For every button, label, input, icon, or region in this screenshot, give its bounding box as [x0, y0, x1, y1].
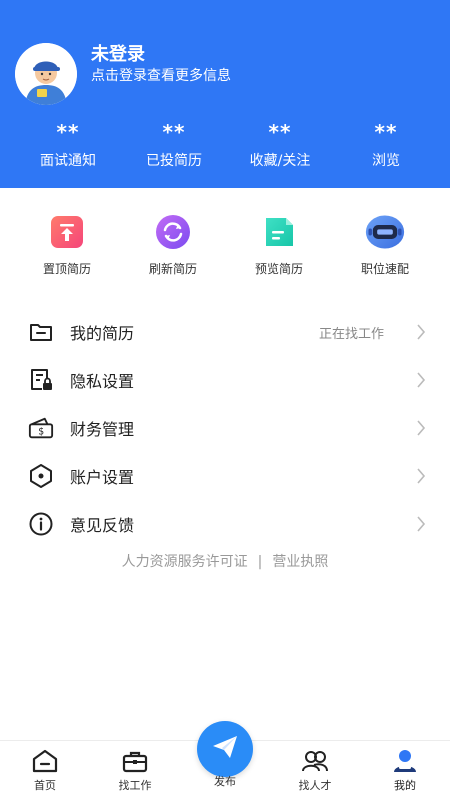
stat-views[interactable]: ** 浏览 [333, 118, 439, 170]
profile-icon [360, 747, 450, 775]
refresh-icon [153, 212, 193, 252]
stat-label: 已投简历 [146, 153, 202, 169]
nav-home[interactable]: 首页 [0, 741, 90, 800]
pin-top-icon [47, 212, 87, 252]
folder-icon [28, 319, 54, 345]
chevron-right-icon [417, 420, 426, 436]
menu-item-finance[interactable]: $ 财务管理 [0, 404, 450, 452]
chevron-right-icon [417, 324, 426, 340]
stats-bar: ** 面试通知 ** 已投简历 ** 收藏/关注 ** 浏览 [0, 118, 450, 170]
stat-submitted-resumes[interactable]: ** 已投简历 [121, 118, 227, 170]
stat-value: ** [374, 120, 398, 144]
nav-label: 首页 [34, 779, 56, 792]
wallet-icon: $ [28, 415, 54, 441]
chevron-right-icon [417, 468, 426, 484]
quick-action-preview-resume[interactable]: 预览简历 [226, 188, 332, 288]
info-icon [28, 511, 54, 537]
menu-item-label: 隐私设置 [70, 372, 135, 391]
stat-value: ** [162, 120, 186, 144]
nav-find-talent[interactable]: 找人才 [270, 741, 360, 800]
stat-value: ** [56, 120, 80, 144]
quick-action-label: 置顶简历 [42, 262, 91, 276]
menu-item-my-resume[interactable]: 我的简历 正在找工作 [0, 308, 450, 356]
people-icon [270, 747, 360, 775]
menu-item-label: 意见反馈 [70, 516, 135, 535]
quick-action-label: 职位速配 [360, 262, 409, 276]
separator: | [257, 554, 263, 570]
stat-value: ** [268, 120, 292, 144]
menu-item-account-settings[interactable]: 账户设置 [0, 452, 450, 500]
nav-label: 找人才 [298, 779, 332, 792]
menu-item-label: 我的简历 [70, 324, 135, 343]
stat-label: 面试通知 [40, 153, 96, 169]
menu-item-label: 财务管理 [70, 420, 135, 439]
login-status-title[interactable]: 未登录 [91, 40, 145, 66]
chevron-right-icon [417, 516, 426, 532]
nav-find-job[interactable]: 找工作 [90, 741, 180, 800]
document-icon [259, 212, 299, 252]
stat-interview-notice[interactable]: ** 面试通知 [15, 118, 121, 170]
avatar[interactable] [15, 43, 77, 105]
svg-text:$: $ [38, 427, 44, 438]
menu-item-privacy-settings[interactable]: 隐私设置 [0, 356, 450, 404]
stat-label: 收藏/关注 [249, 153, 311, 169]
login-hint[interactable]: 点击登录查看更多信息 [91, 65, 231, 85]
briefcase-icon [90, 747, 180, 775]
hexagon-settings-icon [28, 463, 54, 489]
profile-header: 未登录 点击登录查看更多信息 ** 面试通知 ** 已投简历 ** 收藏/关注 … [0, 0, 450, 188]
menu-item-label: 账户设置 [70, 468, 135, 487]
publish-button[interactable] [197, 721, 253, 777]
privacy-lock-icon [28, 367, 54, 393]
publish-label: 发布 [214, 775, 236, 788]
chevron-right-icon [417, 372, 426, 388]
business-license-link[interactable]: 营业执照 [272, 554, 328, 570]
quick-actions: 置顶简历 刷新简历 预览简历 职位速配 [0, 188, 450, 288]
quick-action-job-match[interactable]: 职位速配 [332, 188, 438, 288]
stat-label: 浏览 [372, 153, 400, 169]
quick-action-label: 刷新简历 [148, 262, 197, 276]
nav-label: 我的 [394, 779, 416, 792]
quick-action-pin-resume[interactable]: 置顶简历 [14, 188, 120, 288]
settings-menu: 我的简历 正在找工作 隐私设置 $ 财务管理 账户设置 意见反馈 [0, 308, 450, 548]
quick-action-label: 预览简历 [254, 262, 303, 276]
license-links: 人力资源服务许可证 | 营业执照 [0, 551, 450, 571]
quick-action-refresh-resume[interactable]: 刷新简历 [120, 188, 226, 288]
stat-favorites[interactable]: ** 收藏/关注 [227, 118, 333, 170]
menu-item-feedback[interactable]: 意见反馈 [0, 500, 450, 548]
robot-icon [365, 212, 405, 252]
paper-plane-icon [210, 732, 240, 766]
hr-service-license-link[interactable]: 人力资源服务许可证 [122, 554, 248, 570]
nav-me[interactable]: 我的 [360, 741, 450, 800]
home-icon [0, 747, 90, 775]
job-status-text: 正在找工作 [318, 326, 384, 342]
nav-label: 找工作 [118, 779, 152, 792]
